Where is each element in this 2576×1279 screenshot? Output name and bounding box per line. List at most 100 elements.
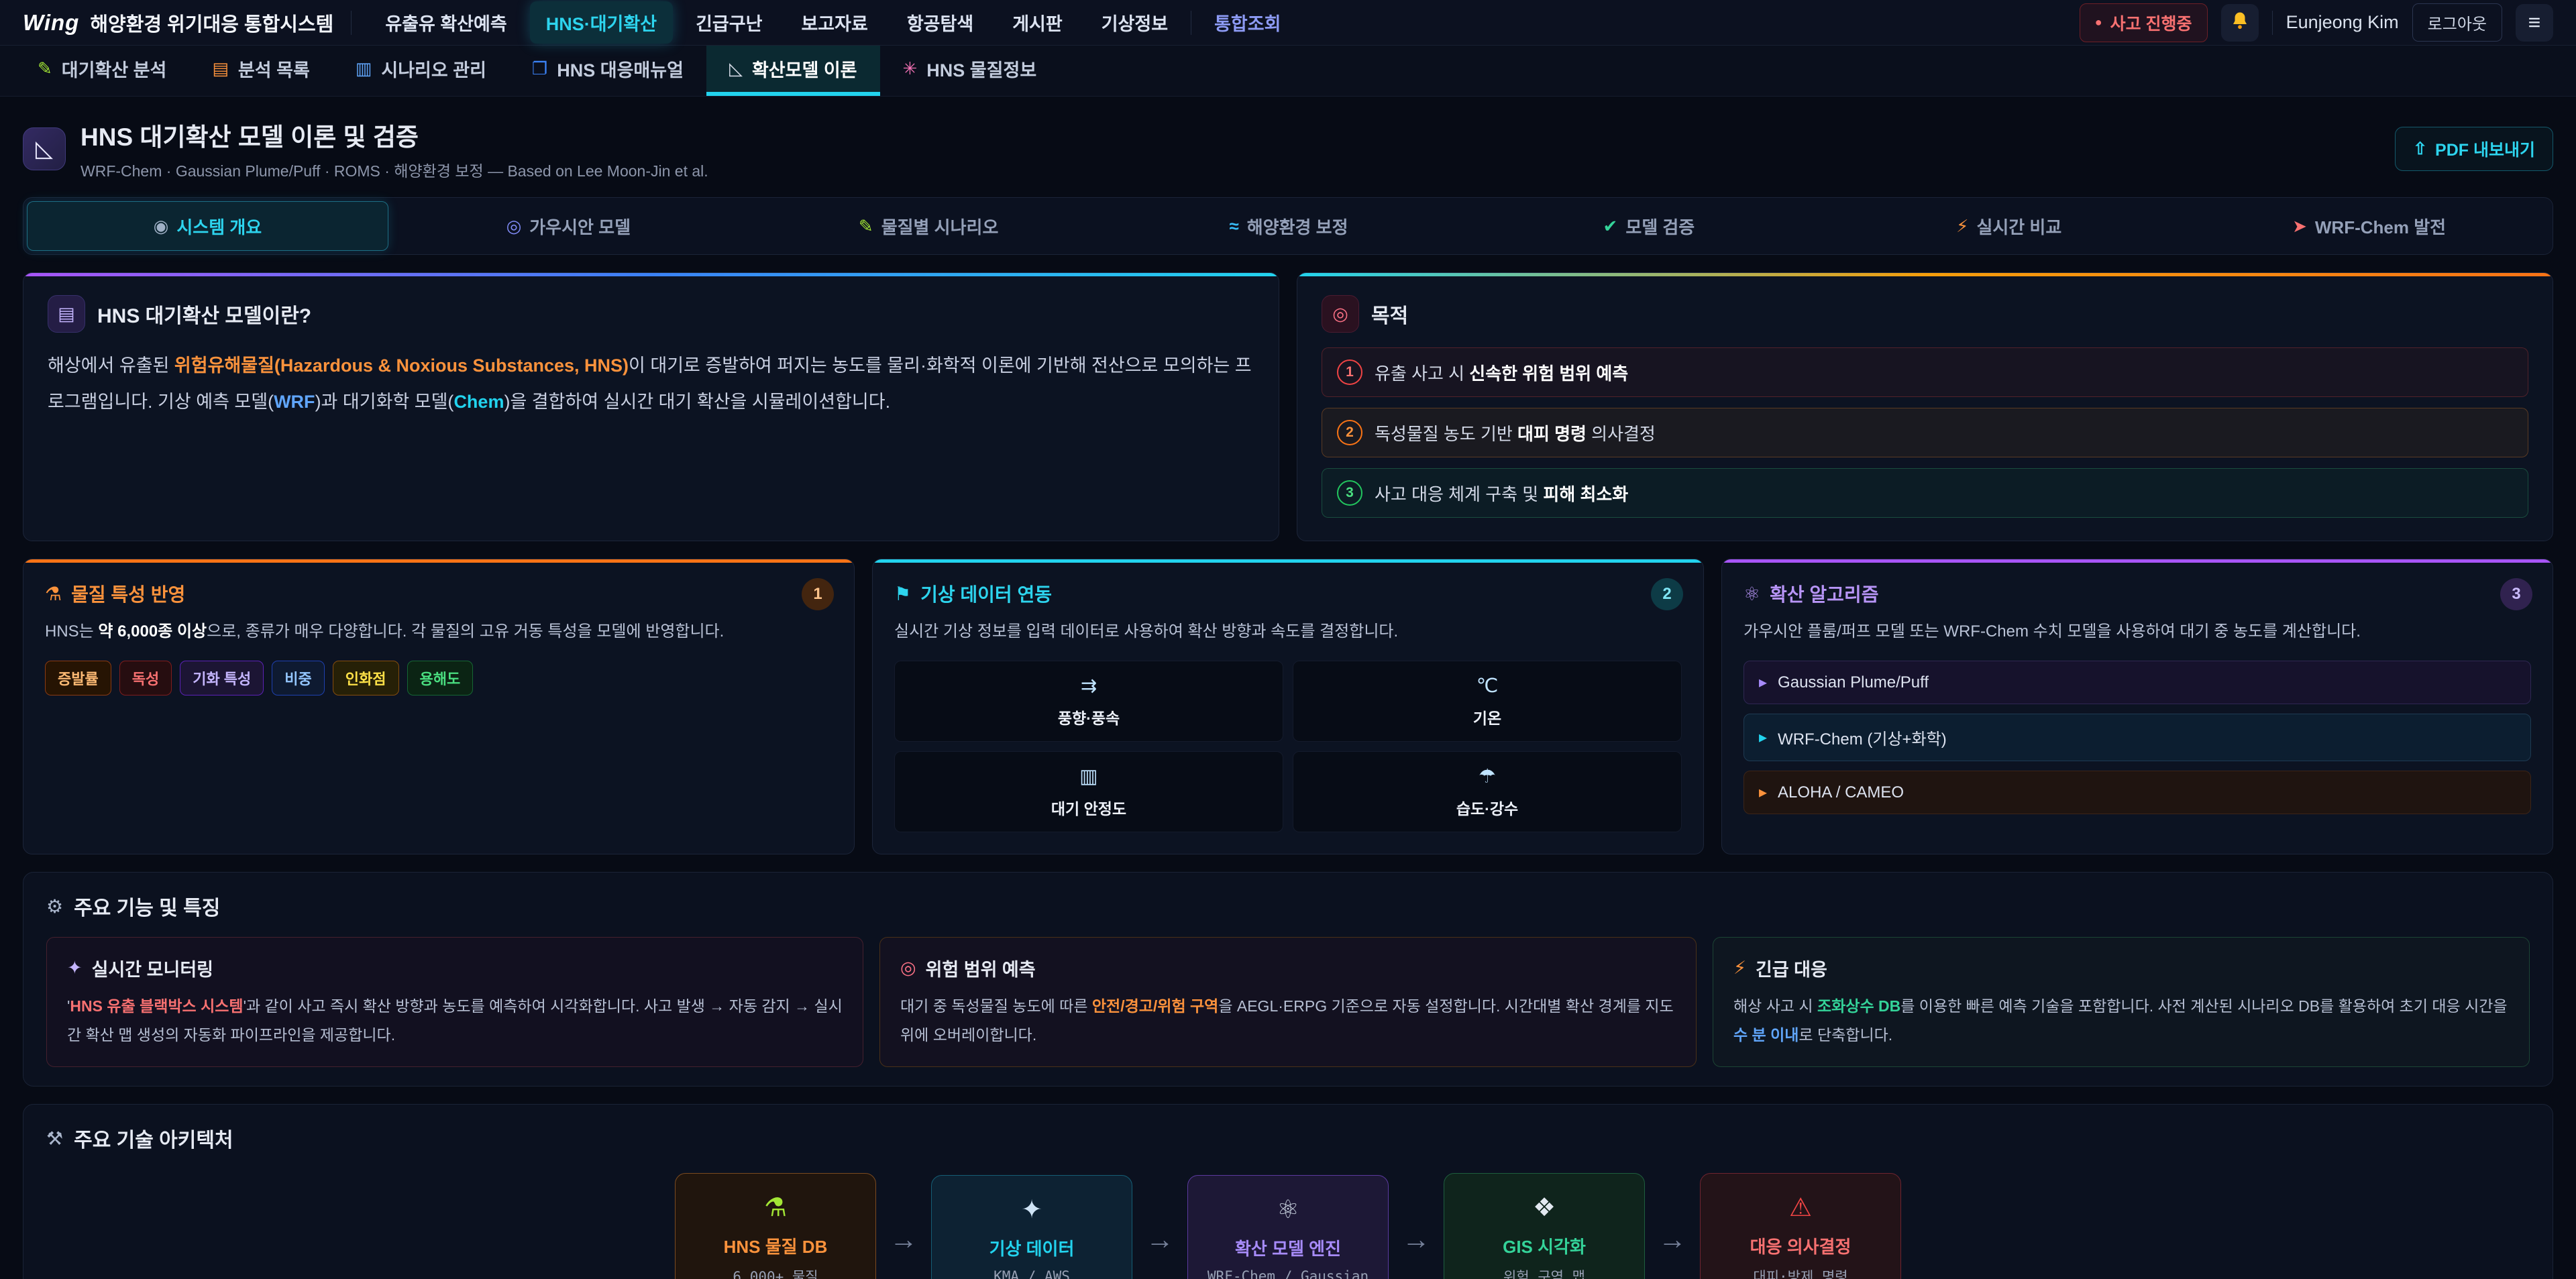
pipeline-decision: ⚠ 대응 의사결정 대피·방제 명령 <box>1700 1173 1901 1279</box>
features-section: ⚙ 주요 기능 및 특징 ✦ 실시간 모니터링 'HNS 유출 블랙박스 시스템… <box>23 872 2553 1087</box>
rocket-icon: ➤ <box>2292 216 2307 237</box>
purpose-card: ◎ 목적 1 유출 사고 시 신속한 위험 범위 예측 2 독성물질 농도 기반… <box>1297 272 2553 541</box>
microscope-icon: ⚛ <box>1743 583 1760 605</box>
section-tab-gaussian-model[interactable]: ◎ 가우시안 모델 <box>388 201 749 251</box>
page-header-text: HNS 대기확산 모델 이론 및 검증 WRF-Chem · Gaussian … <box>80 117 708 181</box>
status-dot-icon: ● <box>2095 15 2102 30</box>
pipeline-title: GIS 시각화 <box>1455 1233 1633 1258</box>
test-tube-icon: ⚗ <box>45 583 62 605</box>
architecture-section-title: 주요 기술 아키텍처 <box>74 1123 233 1153</box>
section-tab-ocean-correction[interactable]: ≈ 해양환경 보정 <box>1109 201 1469 251</box>
nav-item-hns-dispersion[interactable]: HNS·대기확산 <box>530 1 673 44</box>
pipeline-title: 기상 데이터 <box>943 1235 1121 1260</box>
pipeline-title: HNS 물질 DB <box>686 1233 865 1258</box>
purpose-item: 3 사고 대응 체계 구축 및 피해 최소화 <box>1322 468 2528 518</box>
feature-emergency-response: ⚡ 긴급 대응 해상 사고 시 조화상수 DB를 이용한 빠른 예측 기술을 포… <box>1713 937 2530 1067</box>
algo-gaussian-row[interactable]: ▸ Gaussian Plume/Puff <box>1743 661 2531 704</box>
pillar-body: HNS는 약 6,000종 이상으로, 종류가 매우 다양합니다. 각 물질의 … <box>45 618 833 646</box>
section-tab-label: 실시간 비교 <box>1976 214 2061 239</box>
topbar-right: ● 사고 진행중 Eunjeong Kim 로그아웃 ≡ <box>2080 3 2553 42</box>
substance-properties-card: 1 ⚗ 물질 특성 반영 HNS는 약 6,000종 이상으로, 종류가 매우 … <box>23 559 855 854</box>
factor-stability: ▥ 대기 안정도 <box>894 751 1283 832</box>
incident-label: 사고 진행중 <box>2110 11 2192 35</box>
pencil-icon: ✎ <box>38 58 52 79</box>
feature-title: 위험 범위 예측 <box>926 955 1036 981</box>
pipeline-sub: WRF-Chem / Gaussian <box>1199 1268 1377 1279</box>
algo-label: ALOHA / CAMEO <box>1778 783 1904 802</box>
pdf-export-button[interactable]: ⇧ PDF 내보내기 <box>2395 127 2553 171</box>
weather-data-card: 2 ⚑ 기상 데이터 연동 실시간 기상 정보를 입력 데이터로 사용하여 확산… <box>872 559 1704 854</box>
algo-wrfchem-row[interactable]: ▸ WRF-Chem (기상+화학) <box>1743 714 2531 761</box>
tab-dispersion-analysis[interactable]: ✎ 대기확산 분석 <box>15 46 189 96</box>
tab-label: 확산모델 이론 <box>752 56 857 82</box>
spiral-icon: ◎ <box>506 216 522 237</box>
feature-realtime-monitoring: ✦ 실시간 모니터링 'HNS 유출 블랙박스 시스템'과 같이 사고 즉시 확… <box>46 937 863 1067</box>
dna-icon: ✳ <box>903 58 918 79</box>
pillar-title: 기상 데이터 연동 <box>920 580 1052 607</box>
pillar-body: 가우시안 플룸/퍼프 모델 또는 WRF-Chem 수치 모델을 사용하여 대기… <box>1743 618 2531 646</box>
microscope-icon: ⚛ <box>1199 1194 1377 1225</box>
tag-specific-gravity: 비중 <box>272 661 324 696</box>
section-tab-label: 물질별 시나리오 <box>881 214 999 239</box>
nav-item-rescue[interactable]: 긴급구난 <box>680 1 778 44</box>
pillar-title: 확산 알고리즘 <box>1770 580 1878 607</box>
satellite-icon: ✦ <box>943 1194 1121 1225</box>
hammer-icon: ⚒ <box>46 1127 63 1150</box>
triangle-ruler-icon: ◺ <box>23 127 66 170</box>
dispersion-algorithm-card: 3 ⚛ 확산 알고리즘 가우시안 플룸/퍼프 모델 또는 WRF-Chem 수치… <box>1721 559 2553 854</box>
pencil-icon: ✎ <box>859 216 873 237</box>
tab-hns-manual[interactable]: ❐ HNS 대응매뉴얼 <box>509 46 706 96</box>
tab-label: 시나리오 관리 <box>381 56 486 82</box>
export-icon: ⇧ <box>2413 139 2427 159</box>
nav-item-board[interactable]: 게시판 <box>996 1 1079 44</box>
main-nav: 유출유 확산예측 HNS·대기확산 긴급구난 보고자료 항공탐색 게시판 기상정… <box>369 1 2061 44</box>
gear-icon: ⚙ <box>46 895 63 917</box>
pipeline-model-engine: ⚛ 확산 모델 엔진 WRF-Chem / Gaussian <box>1187 1175 1389 1279</box>
section-tab-system-overview[interactable]: ◉ 시스템 개요 <box>27 201 388 251</box>
pillar-body: 실시간 기상 정보를 입력 데이터로 사용하여 확산 방향과 속도를 결정합니다… <box>894 618 1682 646</box>
droplet-icon: ☂ <box>1479 765 1496 788</box>
tab-label: HNS 대응매뉴얼 <box>557 56 684 82</box>
bell-icon <box>2230 11 2250 34</box>
nav-item-aerial-search[interactable]: 항공탐색 <box>891 1 989 44</box>
pipeline-title: 대응 의사결정 <box>1711 1233 1890 1258</box>
tab-model-theory[interactable]: ◺ 확산모델 이론 <box>706 46 880 96</box>
target-icon: ◎ <box>1322 295 1359 333</box>
nav-item-oil-spill[interactable]: 유출유 확산예측 <box>369 1 523 44</box>
section-tab-model-validation[interactable]: ✔ 모델 검증 <box>1468 201 1829 251</box>
logout-button[interactable]: 로그아웃 <box>2412 3 2502 42</box>
page-title: HNS 대기확산 모델 이론 및 검증 <box>80 117 708 153</box>
nav-item-reports[interactable]: 보고자료 <box>785 1 883 44</box>
purpose-item-text: 유출 사고 시 신속한 위험 범위 예측 <box>1375 360 1628 385</box>
section-tab-substance-scenarios[interactable]: ✎ 물질별 시나리오 <box>749 201 1109 251</box>
intro-card: ▤ HNS 대기확산 모델이란? 해상에서 유출된 위험유해물질(Hazardo… <box>23 272 1279 541</box>
pipeline-sub: KMA / AWS <box>943 1268 1121 1279</box>
algo-label: WRF-Chem (기상+화학) <box>1778 726 1947 749</box>
target-icon: ◎ <box>900 958 916 979</box>
section-tab-wrfchem-evolution[interactable]: ➤ WRF-Chem 발전 <box>2189 201 2549 251</box>
nav-item-integrated-search[interactable]: 통합조회 <box>1198 1 1297 44</box>
antenna-icon: ✦ <box>67 958 83 979</box>
factor-label: 습도·강수 <box>1456 796 1518 819</box>
factor-humidity: ☂ 습도·강수 <box>1293 751 1682 832</box>
section-tab-realtime-comparison[interactable]: ⚡ 실시간 비교 <box>1829 201 2189 251</box>
nav-item-weather[interactable]: 기상정보 <box>1085 1 1184 44</box>
algo-aloha-row[interactable]: ▸ ALOHA / CAMEO <box>1743 771 2531 814</box>
tag-vaporization: 기화 특성 <box>180 661 264 696</box>
check-icon: ✔ <box>1603 216 1618 237</box>
intro-row: ▤ HNS 대기확산 모델이란? 해상에서 유출된 위험유해물질(Hazardo… <box>23 272 2553 541</box>
section-tab-label: 모델 검증 <box>1625 214 1695 239</box>
tab-analysis-list[interactable]: ▤ 분석 목록 <box>189 46 332 96</box>
tab-scenario-management[interactable]: ▥ 시나리오 관리 <box>333 46 509 96</box>
purpose-item-text: 사고 대응 체계 구축 및 피해 최소화 <box>1375 481 1628 506</box>
microscope-icon: ◉ <box>154 216 169 237</box>
tab-hns-substance-info[interactable]: ✳ HNS 물질정보 <box>880 46 1060 96</box>
factor-label: 기온 <box>1473 706 1501 728</box>
brand-title: 해양환경 위기대응 통합시스템 <box>90 9 333 37</box>
menu-button[interactable]: ≡ <box>2516 4 2553 42</box>
incident-status-badge[interactable]: ● 사고 진행중 <box>2080 3 2208 42</box>
tab-label: 대기확산 분석 <box>62 56 167 82</box>
notifications-button[interactable] <box>2221 4 2259 42</box>
page-header: ◺ HNS 대기확산 모델 이론 및 검증 WRF-Chem · Gaussia… <box>23 117 2553 181</box>
flag-icon: ⚑ <box>894 583 911 605</box>
